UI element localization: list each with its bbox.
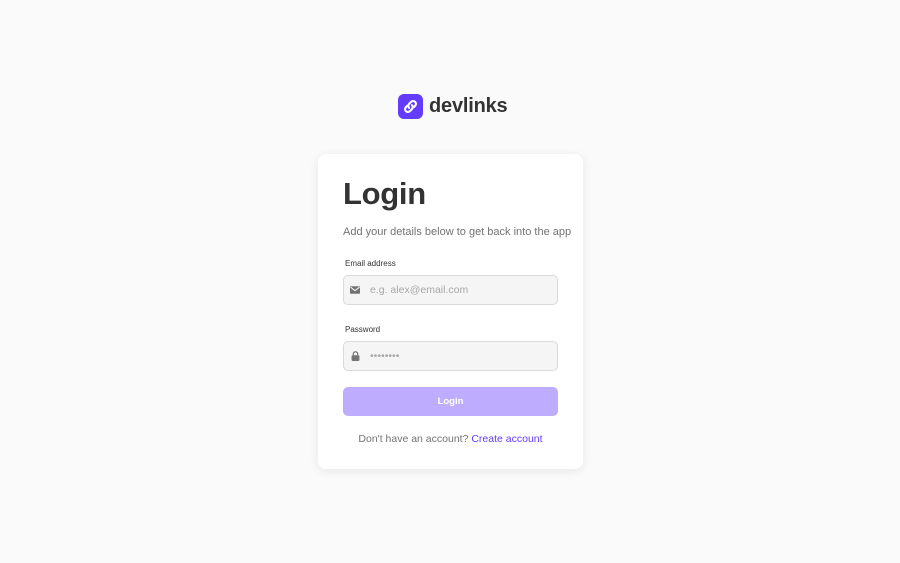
- signup-prompt: Don't have an account? Create account: [343, 433, 558, 445]
- password-label: Password: [345, 325, 381, 334]
- password-field-wrapper[interactable]: [343, 341, 558, 371]
- page-title: Login: [343, 176, 426, 211]
- login-card: Login Add your details below to get back…: [318, 154, 583, 469]
- envelope-icon: [350, 285, 360, 295]
- brand-name: devlinks: [429, 95, 508, 117]
- email-label: Email address: [345, 259, 396, 268]
- lock-icon: [350, 351, 360, 361]
- signup-prompt-text: Don't have an account?: [358, 433, 469, 445]
- page-subtitle: Add your details below to get back into …: [343, 226, 572, 238]
- brand: devlinks: [398, 94, 508, 119]
- create-account-link[interactable]: Create account: [471, 433, 542, 445]
- login-button[interactable]: Login: [343, 387, 558, 416]
- email-field-wrapper[interactable]: [343, 275, 558, 305]
- password-input[interactable]: [370, 350, 550, 362]
- email-input[interactable]: [370, 284, 550, 296]
- link-icon: [398, 94, 423, 119]
